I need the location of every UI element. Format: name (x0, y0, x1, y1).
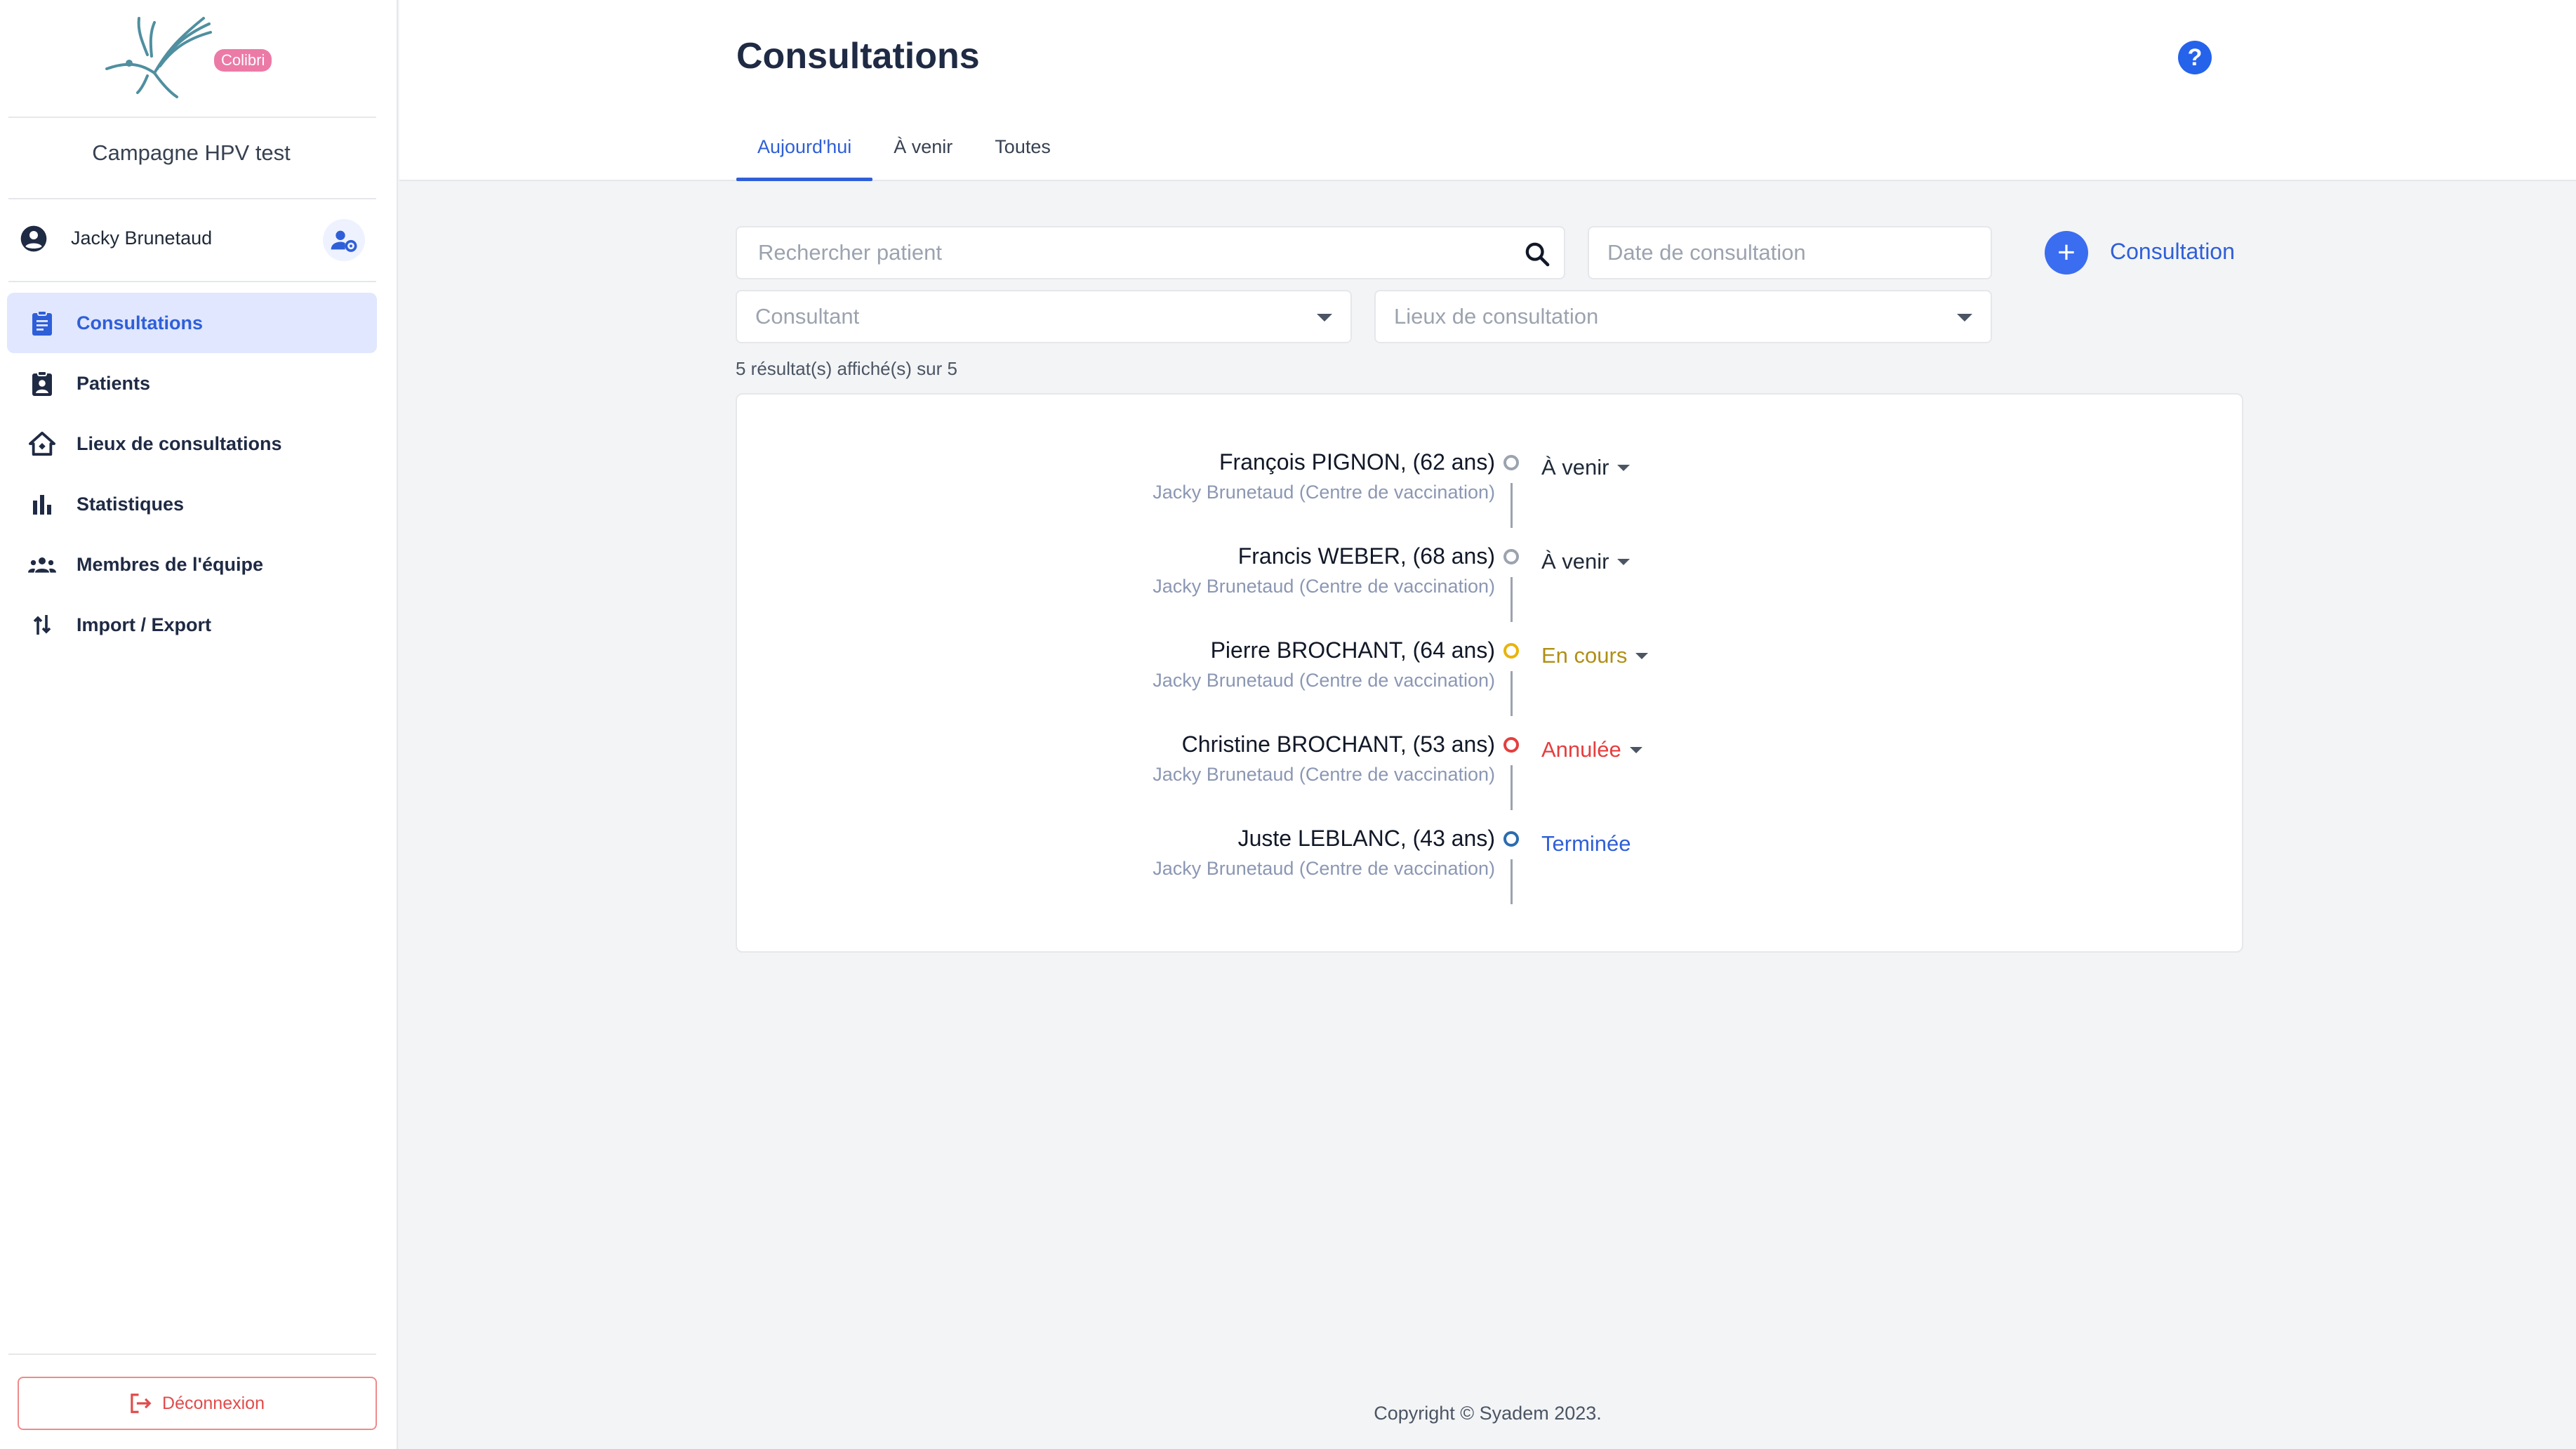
chevron-down-icon (1617, 558, 1631, 565)
page-header: Consultations ? Aujourd'hui À venir Tout… (399, 0, 2576, 181)
sidebar-item-label: Patients (77, 372, 151, 394)
list-item[interactable]: Pierre BROCHANT, (64 ans) Jacky Brunetau… (737, 583, 2245, 716)
chevron-down-icon (1957, 314, 1972, 322)
status-dropdown[interactable]: À venir (1541, 549, 1631, 574)
status-dot (1503, 455, 1519, 470)
logout-label: Déconnexion (162, 1393, 265, 1413)
campaign-name: Campagne HPV test (92, 140, 291, 165)
account-circle-icon (20, 225, 47, 252)
logout-icon (131, 1394, 152, 1413)
sidebar-item-lieux[interactable]: Lieux de consultations (7, 413, 377, 474)
home-icon (28, 430, 56, 458)
tab-bar: Aujourd'hui À venir Toutes (736, 126, 1072, 181)
status-dropdown[interactable]: Annulée (1541, 737, 1642, 762)
add-consultation-button[interactable]: + (2045, 231, 2088, 274)
tab-a-venir[interactable]: À venir (872, 126, 974, 181)
divider (8, 198, 376, 199)
tab-toutes[interactable]: Toutes (974, 126, 1072, 181)
patient-name: François PIGNON, (62 ans) (1219, 449, 1495, 475)
colibri-logo[interactable]: Colibri (98, 13, 281, 104)
status-dropdown[interactable]: Terminée (1541, 831, 1631, 856)
clipboard-icon (28, 309, 56, 337)
status-dot (1503, 737, 1519, 753)
sidebar-item-membres[interactable]: Membres de l'équipe (7, 534, 377, 595)
consultations-timeline: François PIGNON, (62 ans) Jacky Brunetau… (736, 393, 2243, 953)
plus-icon: + (2057, 235, 2076, 270)
patient-name: Francis WEBER, (68 ans) (1237, 543, 1495, 569)
patient-badge-icon (28, 369, 56, 397)
sidebar-item-statistiques[interactable]: Statistiques (7, 474, 377, 534)
swap-vertical-icon (28, 611, 56, 639)
add-consultation-label[interactable]: Consultation (2110, 239, 2235, 265)
date-field[interactable]: Date de consultation (1588, 226, 1992, 279)
page-title: Consultations (736, 36, 980, 77)
chevron-down-icon (1635, 652, 1649, 659)
list-item[interactable]: Christine BROCHANT, (53 ans) Jacky Brune… (737, 677, 2245, 810)
patient-name: Juste LEBLANC, (43 ans) (1237, 826, 1495, 851)
chevron-down-icon (1617, 464, 1631, 471)
hummingbird-icon (105, 17, 212, 98)
divider (8, 1354, 376, 1355)
sidebar-item-consultations[interactable]: Consultations (7, 293, 377, 353)
divider (8, 117, 376, 118)
status-dot (1503, 831, 1519, 847)
status-label: En cours (1541, 643, 1628, 668)
search-icon[interactable] (1523, 240, 1551, 268)
user-gear-icon (331, 230, 357, 252)
date-placeholder: Date de consultation (1607, 240, 1806, 265)
patient-name: Christine BROCHANT, (53 ans) (1181, 732, 1495, 757)
list-item[interactable]: François PIGNON, (62 ans) Jacky Brunetau… (737, 395, 2245, 528)
help-button[interactable]: ? (2178, 41, 2212, 74)
user-name: Jacky Brunetaud (71, 227, 213, 249)
chevron-down-icon (1629, 746, 1642, 753)
lieux-placeholder: Lieux de consultation (1394, 304, 1599, 329)
logout-button[interactable]: Déconnexion (18, 1377, 377, 1430)
status-label: Terminée (1541, 831, 1631, 856)
consultant-placeholder: Consultant (755, 304, 860, 329)
patient-name: Pierre BROCHANT, (64 ans) (1210, 637, 1495, 663)
sidebar-item-label: Import / Export (77, 614, 212, 635)
logo-badge: Colibri (214, 49, 272, 72)
timeline-connector (1511, 859, 1513, 904)
status-dot (1503, 549, 1519, 564)
user-row: Jacky Brunetaud (20, 219, 371, 261)
list-item[interactable]: Juste LEBLANC, (43 ans) Jacky Brunetaud … (737, 771, 2245, 904)
search-placeholder: Rechercher patient (758, 240, 942, 265)
tab-aujourdhui[interactable]: Aujourd'hui (736, 126, 873, 181)
bar-chart-icon (28, 490, 56, 518)
consultant-select[interactable]: Consultant (736, 290, 1352, 343)
sidebar-item-import-export[interactable]: Import / Export (7, 595, 377, 655)
sidebar-item-patients[interactable]: Patients (7, 353, 377, 413)
help-icon: ? (2187, 44, 2203, 71)
status-dropdown[interactable]: À venir (1541, 455, 1631, 480)
consultant-location: Jacky Brunetaud (Centre de vaccination) (1153, 858, 1495, 879)
sidebar-item-label: Lieux de consultations (77, 432, 282, 454)
lieux-select[interactable]: Lieux de consultation (1374, 290, 1992, 343)
sidebar-item-label: Membres de l'équipe (77, 553, 263, 575)
status-dropdown[interactable]: En cours (1541, 643, 1649, 668)
chevron-down-icon (1317, 314, 1332, 322)
sidebar-item-label: Consultations (77, 312, 203, 333)
status-label: À venir (1541, 549, 1609, 574)
sidebar-nav: Consultations Patients Lieux de consulta… (7, 293, 377, 655)
status-dot (1503, 643, 1519, 659)
divider (8, 281, 376, 282)
search-input[interactable]: Rechercher patient (736, 226, 1565, 279)
sidebar: Colibri Campagne HPV test Jacky Brunetau… (0, 0, 398, 1449)
status-label: Annulée (1541, 737, 1621, 762)
user-settings-button[interactable] (323, 219, 365, 261)
sidebar-item-label: Statistiques (77, 493, 185, 515)
footer-copyright: Copyright © Syadem 2023. (1374, 1403, 1602, 1424)
team-icon (28, 550, 56, 578)
list-item[interactable]: Francis WEBER, (68 ans) Jacky Brunetaud … (737, 489, 2245, 622)
results-count: 5 résultat(s) affiché(s) sur 5 (736, 358, 957, 379)
status-label: À venir (1541, 455, 1609, 479)
